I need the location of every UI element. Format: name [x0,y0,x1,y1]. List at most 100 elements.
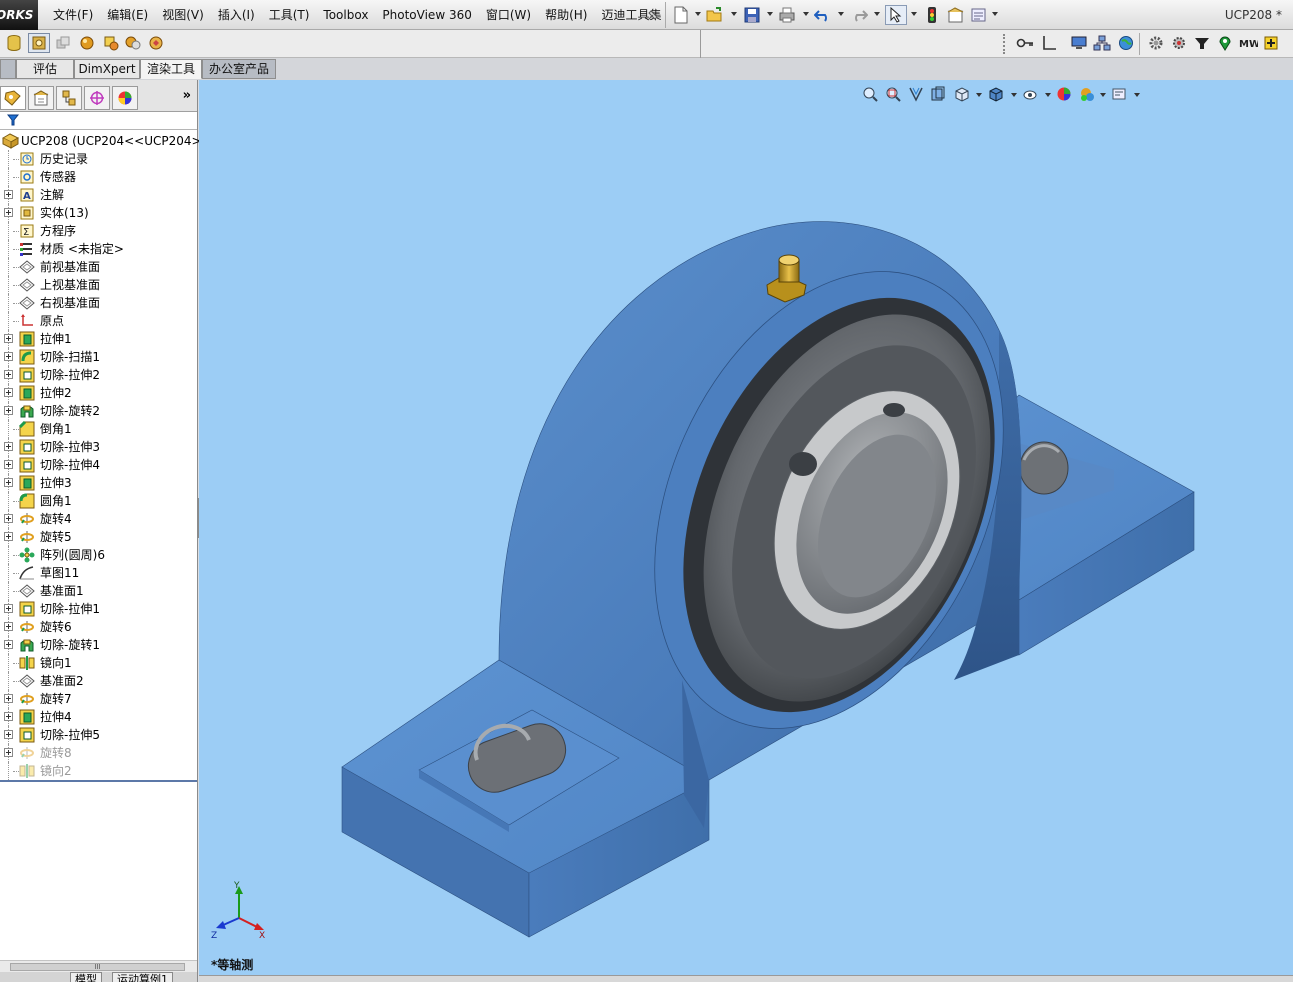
tree-item[interactable]: 草图11 [0,564,198,582]
rebuild-traffic-light-icon[interactable] [921,5,943,25]
menu-file[interactable]: 文件(F) [46,0,100,30]
tree-item[interactable]: 右视基准面 [0,294,198,312]
map-pin-icon[interactable] [1214,33,1236,53]
scene-icon[interactable] [122,33,144,53]
app-logo[interactable]: ORKS [0,0,38,30]
feature-manager-tab-icon[interactable] [0,86,26,110]
expand-plus-icon[interactable] [4,406,13,415]
settings-gear-icon[interactable] [1168,33,1190,53]
tree-item[interactable]: 历史记录 [0,150,198,168]
expand-plus-icon[interactable] [4,532,13,541]
tree-item[interactable]: 切除-拉伸1 [0,600,198,618]
tree-item[interactable]: 拉伸2 [0,384,198,402]
tree-item[interactable]: 前视基准面 [0,258,198,276]
tree-item[interactable]: 旋转6 [0,618,198,636]
filter-icon[interactable] [7,114,19,127]
appearance-icon[interactable] [100,33,122,53]
menu-window[interactable]: 窗口(W) [479,0,538,30]
tree-item[interactable]: 传感器 [0,168,198,186]
tab-motion-study[interactable]: 运动算例1 [112,972,173,982]
menu-edit[interactable]: 编辑(E) [100,0,155,30]
chevron-double-right-icon[interactable]: » [183,88,191,103]
filter-bar[interactable] [0,112,197,130]
tree-item[interactable]: 圆角1 [0,492,198,510]
tree-item[interactable]: 切除-旋转1 [0,636,198,654]
tree-item[interactable]: 切除-拉伸3 [0,438,198,456]
tree-item[interactable]: 阵列(圆周)6 [0,546,198,564]
property-manager-tab-icon[interactable] [28,86,54,110]
tree-item[interactable]: 旋转8 [0,744,198,762]
print-dropdown-arrow[interactable] [803,12,809,16]
expand-plus-icon[interactable] [4,604,13,613]
tree-item[interactable]: 切除-扫描1 [0,348,198,366]
menu-tools[interactable]: 工具(T) [262,0,317,30]
save-dropdown-arrow[interactable] [767,12,773,16]
tree-item[interactable]: 镜向2 [0,762,198,780]
gear-icon[interactable] [1145,33,1167,53]
expand-plus-icon[interactable] [4,190,13,199]
tree-item[interactable]: 基准面1 [0,582,198,600]
expand-plus-icon[interactable] [4,748,13,757]
tree-item[interactable]: 原点 [0,312,198,330]
graphics-viewport[interactable]: Y X Z *等轴测 [199,80,1293,975]
funnel-icon[interactable] [1191,33,1213,53]
tree-item[interactable]: 旋转7 [0,690,198,708]
save-icon[interactable] [741,5,763,25]
expand-plus-icon[interactable] [4,694,13,703]
expand-plus-icon[interactable] [4,208,13,217]
tree-item[interactable]: Σ 方程序 [0,222,198,240]
tab-office-products[interactable]: 办公室产品 [202,59,276,79]
tree-item[interactable]: 基准面2 [0,672,198,690]
expand-plus-icon[interactable] [4,370,13,379]
tab-model[interactable]: 模型 [70,972,102,982]
redo-dropdown-arrow[interactable] [874,12,880,16]
tab-render-tools[interactable]: 渲染工具 [140,59,202,79]
tree-item[interactable]: 拉伸1 [0,330,198,348]
tree-item[interactable]: 切除-旋转2 [0,402,198,420]
tree-item[interactable]: 切除-拉伸4 [0,456,198,474]
expand-plus-icon[interactable] [4,730,13,739]
menu-view[interactable]: 视图(V) [155,0,211,30]
light-sphere-icon[interactable] [76,33,98,53]
expand-plus-icon[interactable] [4,712,13,721]
part-document-icon[interactable] [28,33,50,53]
expand-plus-icon[interactable] [4,460,13,469]
network-icon[interactable] [1091,33,1113,53]
key-icon[interactable] [1014,33,1036,53]
tree-item[interactable]: 上视基准面 [0,276,198,294]
menu-help[interactable]: 帮助(H) [538,0,594,30]
monitor-icon[interactable] [1068,33,1090,53]
globe-icon[interactable] [1115,33,1137,53]
tree-item[interactable]: 旋转4 [0,510,198,528]
tree-item[interactable]: 镜向1 [0,654,198,672]
expand-plus-icon[interactable] [4,514,13,523]
expand-plus-icon[interactable] [4,640,13,649]
tab-evaluate[interactable]: 评估 [16,59,74,79]
scrollbar-thumb[interactable]: III [10,963,185,971]
horizontal-scrollbar[interactable]: III [0,960,197,972]
expand-plus-icon[interactable] [4,442,13,451]
redo-icon[interactable] [848,5,870,25]
select-dropdown-arrow[interactable] [911,12,917,16]
mw-icon[interactable]: MW [1237,33,1259,53]
tree-root-part[interactable]: UCP208 (UCP204<<UCP204>_ [0,132,208,150]
menu-toolbox[interactable]: Toolbox [316,0,375,30]
tab-hidden[interactable] [0,59,16,79]
open-folder-icon[interactable] [704,5,726,25]
expand-plus-icon[interactable] [4,334,13,343]
undo-dropdown-arrow[interactable] [838,12,844,16]
select-cursor-icon[interactable] [885,5,907,25]
expand-plus-icon[interactable] [4,388,13,397]
tree-item[interactable]: A 注解 [0,186,198,204]
configuration-manager-tab-icon[interactable] [56,86,82,110]
tree-item[interactable]: 拉伸4 [0,708,198,726]
options-icon[interactable] [968,5,990,25]
file-properties-icon[interactable] [945,5,967,25]
assembly-disabled-icon[interactable] [52,33,74,53]
new-document-icon[interactable] [670,5,692,25]
tree-item[interactable]: 切除-拉伸2 [0,366,198,384]
open-dropdown-arrow[interactable] [731,12,737,16]
tree-item[interactable]: 旋转5 [0,528,198,546]
tree-item[interactable]: 拉伸3 [0,474,198,492]
expand-plus-icon[interactable] [4,478,13,487]
